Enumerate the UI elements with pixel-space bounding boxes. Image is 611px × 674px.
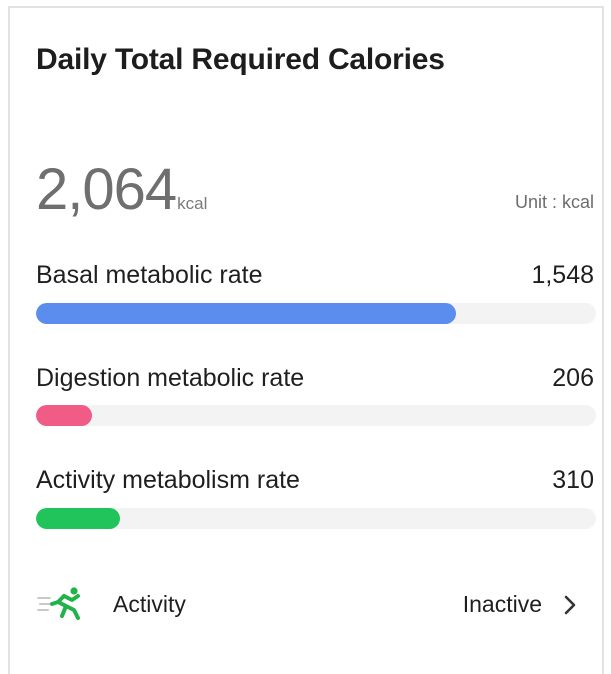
chevron-right-icon[interactable] xyxy=(558,593,582,617)
digestion-rate-bar xyxy=(36,405,596,426)
unit-label: Unit : kcal xyxy=(514,192,594,212)
activity-rate-value: 310 xyxy=(552,466,594,494)
basal-rate-bar xyxy=(36,303,596,324)
basal-rate-bar-fill xyxy=(36,303,456,324)
digestion-rate-value: 206 xyxy=(552,364,594,392)
activity-rate-bar-fill xyxy=(36,508,120,529)
basal-rate-label: Basal metabolic rate xyxy=(36,261,263,289)
activity-rate-bar xyxy=(36,508,596,529)
activity-row[interactable]: Activity Inactive xyxy=(10,568,602,644)
activity-rate-label: Activity metabolism rate xyxy=(36,466,300,494)
digestion-rate-bar-fill xyxy=(36,405,92,426)
card-title: Daily Total Required Calories xyxy=(36,43,445,76)
calories-card: Daily Total Required Calories 2,064kcal … xyxy=(8,6,604,674)
activity-label: Activity xyxy=(113,591,186,617)
activity-value: Inactive xyxy=(462,591,542,617)
digestion-rate-label: Digestion metabolic rate xyxy=(36,364,305,392)
basal-rate-value: 1,548 xyxy=(531,261,594,289)
total-calories: 2,064kcal xyxy=(36,156,207,223)
total-calories-value: 2,064 xyxy=(36,157,177,222)
total-calories-unit: kcal xyxy=(177,194,208,213)
running-person-icon xyxy=(37,587,80,620)
